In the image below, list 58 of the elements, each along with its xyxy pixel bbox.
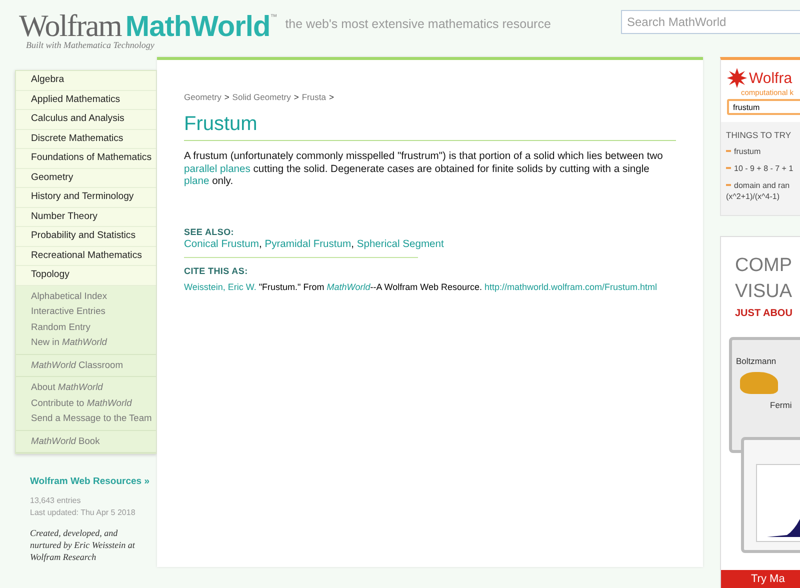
category-link[interactable]: Applied Mathematics xyxy=(16,90,156,110)
text-link[interactable]: Conical Frustum xyxy=(184,238,259,250)
try-button[interactable]: Try Ma xyxy=(721,570,800,588)
cite-heading: CITE THIS AS: xyxy=(184,266,249,276)
text-link[interactable]: Spherical Segment xyxy=(356,238,444,250)
nav-link[interactable]: Interactive Entries xyxy=(16,304,156,320)
category-link[interactable]: Geometry xyxy=(16,168,156,188)
plot-label: Fermi xyxy=(770,400,792,410)
breadcrumb-link[interactable]: Solid Geometry xyxy=(232,92,291,102)
see-also-heading: SEE ALSO: xyxy=(184,226,235,236)
nav-link[interactable]: Contribute to MathWorld xyxy=(16,396,156,411)
breadcrumb-link[interactable]: Frusta xyxy=(302,92,326,102)
category-link[interactable]: Topology xyxy=(16,266,156,286)
definition-paragraph: A frustum (unfortunately commonly misspelled "frustrum") is that portion of a solid which lies between two parallel planes cutting the solid. Degenerate cases are obtained for finite solids by cutting with a single plane only. xyxy=(184,151,664,188)
category-link[interactable]: Calculus and Analysis xyxy=(16,110,156,130)
starburst-icon xyxy=(727,68,747,88)
credit-text: Created, developed, and nurtured by Eric Weisstein at Wolfram Research xyxy=(30,527,136,563)
breadcrumb-separator: > xyxy=(328,92,334,102)
text-link[interactable]: Pyramidal Frustum xyxy=(264,238,352,250)
resources-link[interactable]: Wolfram Web Resources » xyxy=(30,476,150,487)
text-link[interactable]: plane xyxy=(184,176,210,187)
tagline: the web's most extensive mathematics resource xyxy=(285,17,551,31)
plot-label: Boltzmann xyxy=(736,356,776,366)
text-link[interactable]: parallel planes xyxy=(184,164,250,174)
example-query[interactable]: domain and ran (x^2+1)/(x^4-1) xyxy=(726,180,796,202)
example-query[interactable]: frustum xyxy=(726,146,796,157)
advert-headline: COMP xyxy=(735,254,792,278)
breadcrumb-separator: > xyxy=(294,92,299,102)
category-link[interactable]: Discrete Mathematics xyxy=(16,130,156,149)
advert-headline: VISUA xyxy=(735,280,792,304)
category-link[interactable]: Algebra xyxy=(16,71,156,90)
query-field[interactable]: frustum xyxy=(727,99,800,115)
text-link[interactable]: http://mathworld.wolfram.com/Frustum.html xyxy=(484,282,658,292)
category-link[interactable]: Foundations of Mathematics xyxy=(16,149,156,168)
widget-logo[interactable]: Wolfra xyxy=(749,70,792,86)
nav-link[interactable]: Send a Message to the Team xyxy=(16,411,156,426)
advert-tagline: JUST ABOU xyxy=(735,308,792,319)
category-link[interactable]: Recreational Mathematics xyxy=(16,246,156,266)
entry-count: 13,643 entries xyxy=(30,495,82,507)
category-link[interactable]: History and Terminology xyxy=(16,188,156,208)
nav-link[interactable]: About MathWorld xyxy=(16,380,156,396)
nav-link[interactable]: Alphabetical Index xyxy=(16,288,156,304)
nav-link[interactable]: New in MathWorld xyxy=(16,335,156,350)
category-link[interactable]: Number Theory xyxy=(16,208,156,227)
page-title: Frustum xyxy=(184,113,676,141)
breadcrumb-separator: > xyxy=(224,92,230,102)
breadcrumb-link[interactable]: Geometry xyxy=(184,92,222,102)
citation-text: Weisstein, Eric W. "Frustum." From MathWorld--A Wolfram Web Resource. http://mathworld.wolfram.com/Frustum.html xyxy=(184,282,658,292)
surface-plot-shape xyxy=(740,372,778,394)
last-updated: Last updated: Thu Apr 5 2018 xyxy=(30,507,136,519)
search-field[interactable]: Search MathWorld xyxy=(621,10,800,34)
text-link[interactable]: MathWorld xyxy=(326,282,370,292)
nav-link[interactable]: Random Entry xyxy=(16,320,156,335)
text-link[interactable]: Weisstein, Eric W. xyxy=(184,282,256,292)
category-link[interactable]: Probability and Statistics xyxy=(16,227,156,246)
example-query[interactable]: 10 - 9 + 8 - 7 + 1 xyxy=(726,163,796,174)
things-heading: THINGS TO TRY xyxy=(726,130,792,140)
logo-subtitle: Built with Mathematica Technology xyxy=(26,40,156,50)
